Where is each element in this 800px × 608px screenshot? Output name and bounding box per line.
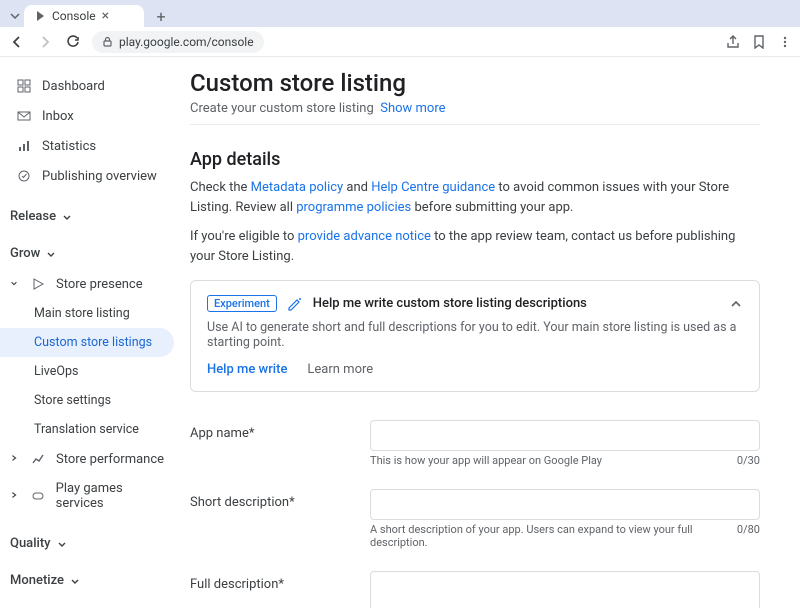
programme-policies-link[interactable]: programme policies: [296, 200, 411, 215]
bookmark-icon[interactable]: [752, 35, 766, 49]
short-desc-hint: A short description of your app. Users c…: [370, 523, 737, 549]
chevron-down-icon: [62, 212, 72, 222]
sidebar-item-label: Statistics: [42, 139, 96, 154]
sidebar-item-label: Store performance: [56, 452, 164, 467]
section-label: Monetize: [10, 573, 64, 588]
publishing-icon: [16, 168, 32, 184]
chevron-right-icon: [10, 491, 20, 501]
full-desc-label: Full description*: [190, 571, 370, 608]
browser-toolbar: play.google.com/console: [0, 27, 800, 57]
sidebar-item-custom-store-listings[interactable]: Custom store listings: [0, 328, 174, 357]
sidebar-section-monetize[interactable]: Monetize: [0, 565, 180, 596]
learn-more-link[interactable]: Learn more: [307, 362, 373, 377]
tab-title: Console: [52, 9, 96, 23]
chevron-right-icon: [10, 454, 20, 464]
chevron-down-icon: [57, 539, 67, 549]
sidebar-item-label: Store presence: [56, 277, 143, 292]
chevron-down-icon: [70, 576, 80, 586]
forward-button[interactable]: [36, 33, 54, 51]
inbox-icon: [16, 108, 32, 124]
short-desc-counter: 0/80: [737, 523, 760, 549]
sidebar-item-main-store-listing[interactable]: Main store listing: [0, 299, 180, 328]
experiment-description: Use AI to generate short and full descri…: [207, 320, 743, 350]
sidebar-item-inbox[interactable]: Inbox: [0, 101, 180, 131]
advance-notice-link[interactable]: provide advance notice: [298, 229, 431, 244]
statistics-icon: [16, 138, 32, 154]
page-title: Custom store listing: [190, 69, 760, 97]
sidebar-item-label: Store settings: [34, 393, 111, 408]
experiment-badge: Experiment: [207, 295, 277, 312]
sidebar-item-store-performance[interactable]: Store performance: [0, 444, 180, 474]
sidebar-item-store-presence[interactable]: Store presence: [0, 269, 180, 299]
sidebar-item-label: Translation service: [34, 422, 139, 437]
browser-tab[interactable]: Console ×: [24, 5, 144, 27]
tab-list-dropdown[interactable]: [6, 5, 24, 27]
short-desc-input[interactable]: [370, 489, 760, 520]
sidebar-item-label: Main store listing: [34, 306, 130, 321]
sidebar-item-dashboard[interactable]: Dashboard: [0, 71, 180, 101]
sidebar-item-play-games-services[interactable]: Play games services: [0, 474, 180, 518]
section-label: Quality: [10, 536, 51, 551]
url-text: play.google.com/console: [119, 35, 254, 49]
form-row-short-desc: Short description* A short description o…: [190, 489, 760, 549]
collapse-icon[interactable]: [729, 297, 743, 311]
sidebar-item-store-settings[interactable]: Store settings: [0, 386, 180, 415]
browser-tab-strip: Console × +: [0, 0, 800, 27]
sidebar-item-liveops[interactable]: LiveOps: [0, 357, 180, 386]
help-me-write-link[interactable]: Help me write: [207, 362, 287, 377]
show-more-link[interactable]: Show more: [380, 101, 445, 116]
sidebar-item-label: Publishing overview: [42, 169, 157, 184]
tab-favicon: [34, 10, 46, 22]
divider: [190, 124, 760, 125]
share-icon[interactable]: [726, 35, 740, 49]
sidebar-item-label: Custom store listings: [34, 335, 152, 350]
chevron-down-icon: [46, 249, 56, 259]
games-icon: [30, 488, 46, 504]
main-content: Custom store listing Create your custom …: [180, 57, 800, 608]
lock-icon: [102, 36, 113, 47]
full-desc-textarea[interactable]: [370, 571, 760, 608]
sidebar-item-label: Dashboard: [42, 79, 105, 94]
sidebar-section-policy[interactable]: Policy: [0, 602, 180, 608]
sidebar-item-translation-service[interactable]: Translation service: [0, 415, 180, 444]
app-name-hint: This is how your app will appear on Goog…: [370, 454, 602, 467]
sidebar-section-grow[interactable]: Grow: [0, 238, 180, 269]
sidebar: Dashboard Inbox Statistics Publishing ov…: [0, 57, 180, 608]
sidebar-item-label: LiveOps: [34, 364, 78, 379]
sidebar-item-statistics[interactable]: Statistics: [0, 131, 180, 161]
sidebar-item-label: Play games services: [56, 481, 170, 511]
section-label: Release: [10, 209, 56, 224]
sidebar-section-quality[interactable]: Quality: [0, 528, 180, 559]
store-icon: [30, 276, 46, 292]
form-row-app-name: App name* This is how your app will appe…: [190, 420, 760, 467]
back-button[interactable]: [8, 33, 26, 51]
new-tab-button[interactable]: +: [150, 5, 172, 27]
eligible-text: If you're eligible to provide advance no…: [190, 227, 760, 266]
app-name-counter: 0/30: [737, 454, 760, 467]
section-heading-app-details: App details: [190, 149, 760, 170]
dashboard-icon: [16, 78, 32, 94]
reload-button[interactable]: [64, 33, 82, 51]
app-name-label: App name*: [190, 420, 370, 467]
sidebar-item-label: Inbox: [42, 109, 74, 124]
experiment-panel: Experiment Help me write custom store li…: [190, 280, 760, 392]
pencil-sparkle-icon: [287, 296, 303, 312]
address-bar[interactable]: play.google.com/console: [92, 31, 264, 53]
performance-icon: [30, 451, 46, 467]
help-centre-link[interactable]: Help Centre guidance: [371, 180, 495, 195]
short-desc-label: Short description*: [190, 489, 370, 549]
form-row-full-desc: Full description* 0/4000: [190, 571, 760, 608]
guidance-text: Check the Metadata policy and Help Centr…: [190, 178, 760, 217]
experiment-title: Help me write custom store listing descr…: [313, 296, 587, 311]
page-subtitle: Create your custom store listing Show mo…: [190, 101, 760, 116]
menu-icon[interactable]: [778, 35, 792, 49]
chevron-down-icon: [10, 279, 20, 289]
sidebar-section-release[interactable]: Release: [0, 201, 180, 232]
metadata-policy-link[interactable]: Metadata policy: [251, 180, 344, 195]
app-name-input[interactable]: [370, 420, 760, 451]
sidebar-item-publishing[interactable]: Publishing overview: [0, 161, 180, 191]
close-icon[interactable]: ×: [102, 9, 109, 23]
section-label: Grow: [10, 246, 40, 261]
